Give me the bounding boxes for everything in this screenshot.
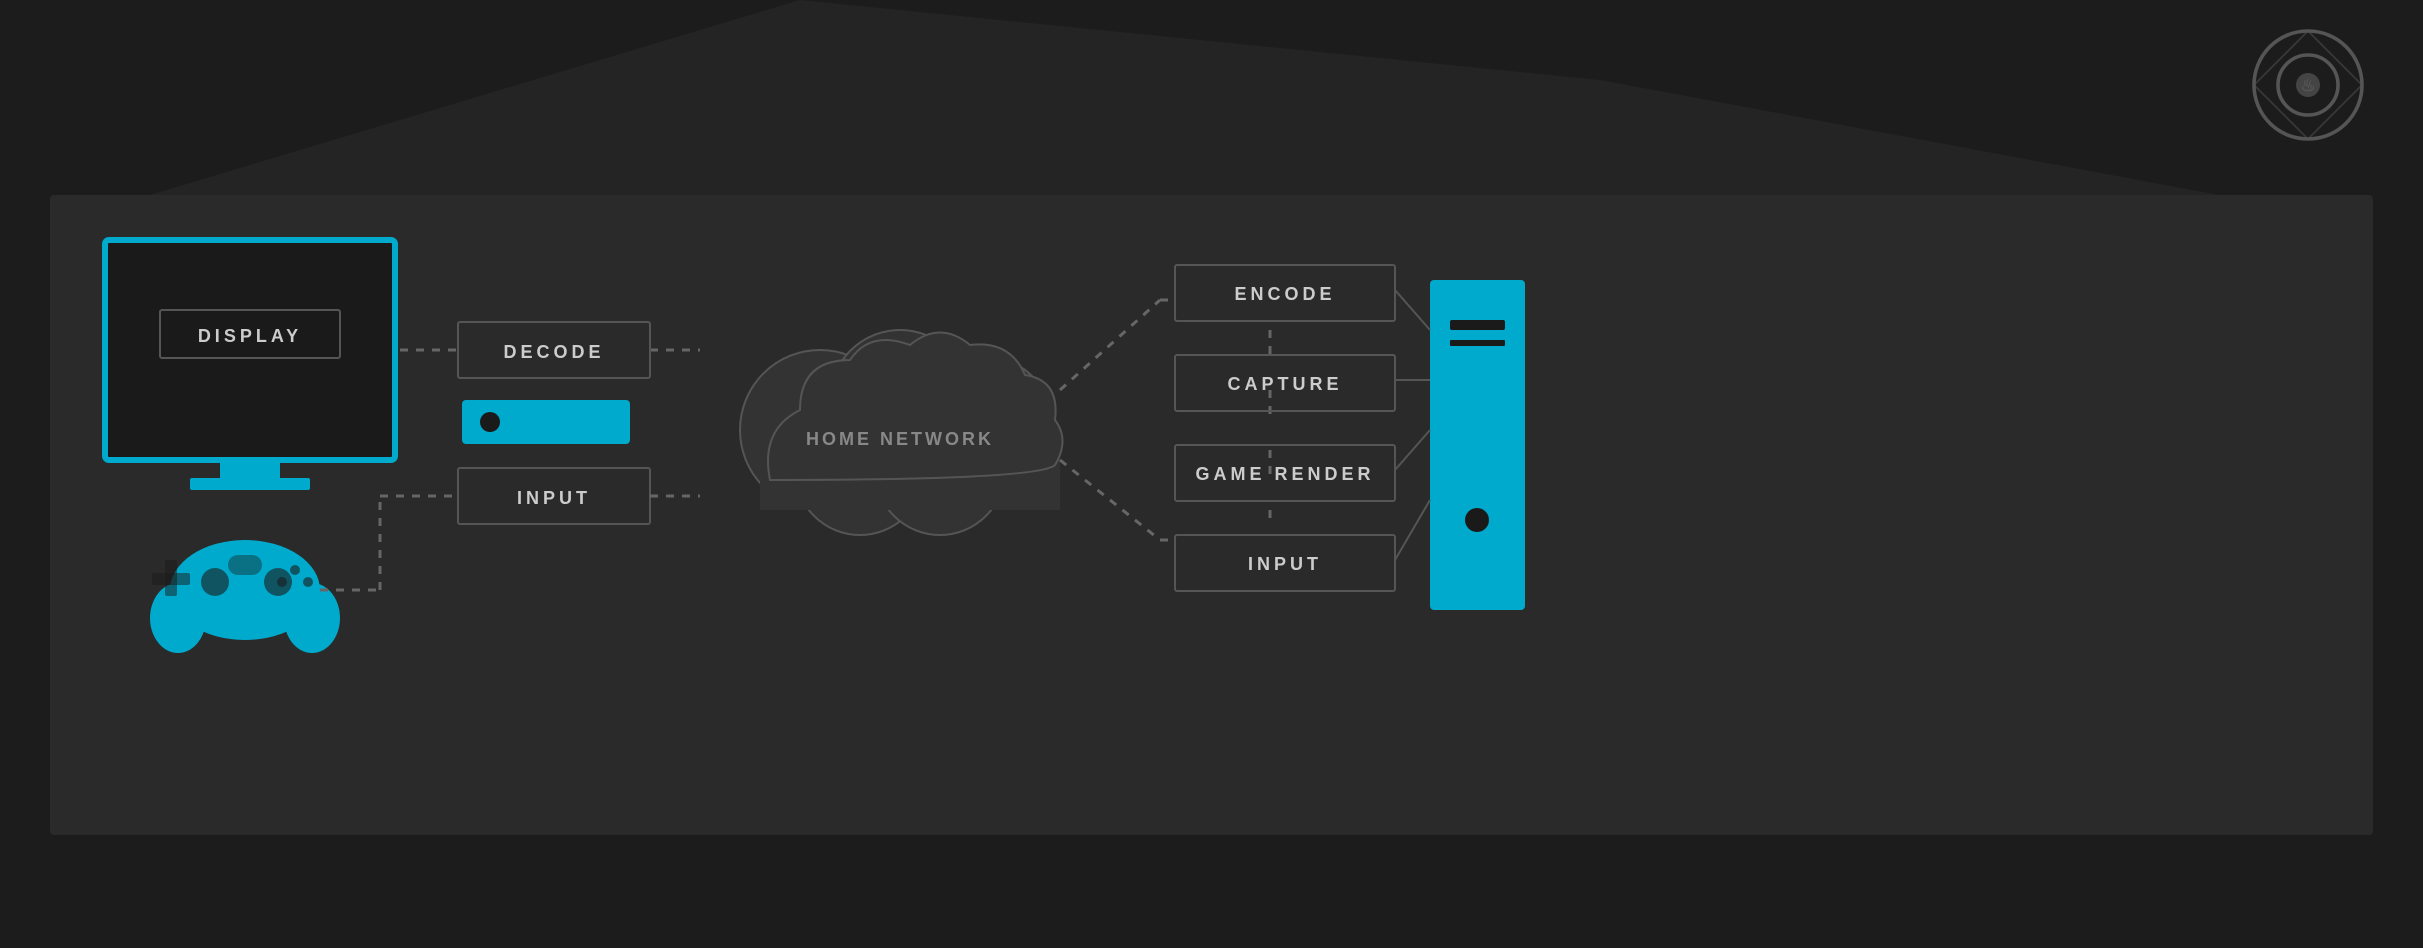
svg-text:GAME RENDER: GAME RENDER	[1195, 464, 1374, 484]
home-network-label: HOME NETWORK	[806, 429, 994, 449]
svg-text:CAPTURE: CAPTURE	[1227, 374, 1342, 394]
diagram-svg: DISPLAY DECODE INPUT	[0, 0, 2423, 948]
svg-text:DECODE: DECODE	[503, 342, 604, 362]
tv-display-label: DISPLAY	[198, 326, 302, 346]
tv-monitor	[105, 240, 395, 460]
svg-text:INPUT: INPUT	[517, 488, 591, 508]
svg-text:ENCODE: ENCODE	[1234, 284, 1335, 304]
svg-text:INPUT: INPUT	[1248, 554, 1322, 574]
